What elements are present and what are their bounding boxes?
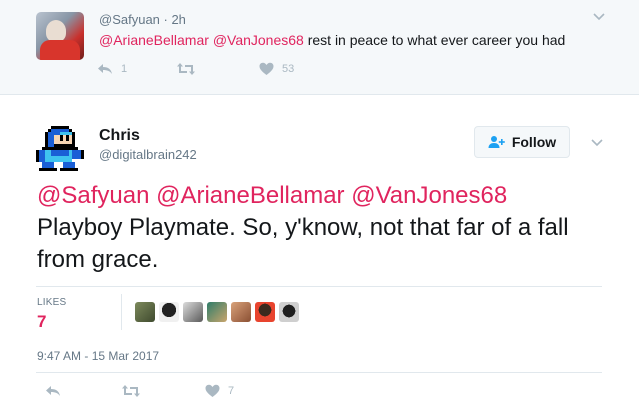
reply-icon bbox=[98, 64, 112, 74]
reply-count: 1 bbox=[121, 63, 128, 75]
timestamp[interactable]: 9:47 AM - 15 Mar 2017 bbox=[37, 349, 159, 363]
avatar[interactable] bbox=[36, 12, 84, 60]
like-count: 7 bbox=[228, 385, 235, 397]
divider bbox=[36, 286, 602, 287]
reply-button[interactable]: 1 bbox=[97, 62, 127, 76]
retweet-icon bbox=[122, 385, 140, 397]
parent-text-body: rest in peace to what ever career you ha… bbox=[303, 32, 566, 48]
retweet-icon bbox=[177, 63, 195, 75]
likes-count[interactable]: 7 bbox=[37, 312, 46, 332]
liker-avatar[interactable] bbox=[183, 302, 203, 322]
heart-icon bbox=[205, 384, 220, 397]
follow-label: Follow bbox=[511, 134, 557, 150]
liker-avatar[interactable] bbox=[231, 302, 251, 322]
liker-avatar[interactable] bbox=[159, 302, 179, 322]
mention-link[interactable]: @ArianeBellamar bbox=[99, 32, 209, 48]
like-count: 53 bbox=[282, 63, 295, 75]
retweet-button[interactable] bbox=[121, 384, 141, 398]
display-name[interactable]: Chris bbox=[99, 127, 140, 145]
chevron-down-icon[interactable] bbox=[592, 12, 606, 22]
reply-icon bbox=[46, 386, 60, 396]
like-button[interactable]: 53 bbox=[259, 62, 294, 76]
chevron-down-icon[interactable] bbox=[590, 138, 604, 148]
divider bbox=[121, 294, 122, 330]
retweet-button[interactable] bbox=[176, 62, 196, 76]
follow-button[interactable]: Follow bbox=[474, 126, 570, 158]
heart-icon bbox=[259, 62, 274, 75]
reply-button[interactable] bbox=[45, 384, 61, 398]
liker-avatar[interactable] bbox=[255, 302, 275, 322]
parent-tweet[interactable]: @Safyuan · 2h @ArianeBellamar @VanJones6… bbox=[0, 0, 639, 95]
liker-avatar[interactable] bbox=[207, 302, 227, 322]
parent-tweet-text: @ArianeBellamar @VanJones68 rest in peac… bbox=[99, 32, 565, 48]
add-person-icon bbox=[488, 136, 505, 148]
like-button[interactable]: 7 bbox=[205, 384, 234, 398]
divider bbox=[36, 372, 602, 373]
liker-avatar[interactable] bbox=[279, 302, 299, 322]
mention-links[interactable]: @Safyuan @ArianeBellamar @VanJones68 bbox=[37, 180, 617, 212]
liker-avatar[interactable] bbox=[135, 302, 155, 322]
parent-handle-time[interactable]: @Safyuan · 2h bbox=[99, 12, 186, 27]
likers-avatars bbox=[135, 302, 303, 322]
likes-label[interactable]: LIKES bbox=[37, 297, 66, 308]
avatar[interactable] bbox=[36, 123, 84, 171]
mention-link[interactable]: @VanJones68 bbox=[213, 32, 304, 48]
tweet-text: @Safyuan @ArianeBellamar @VanJones68 Pla… bbox=[37, 180, 617, 276]
username[interactable]: @digitalbrain242 bbox=[99, 147, 197, 162]
tweet-body: Playboy Playmate. So, y'know, not that f… bbox=[37, 214, 569, 273]
